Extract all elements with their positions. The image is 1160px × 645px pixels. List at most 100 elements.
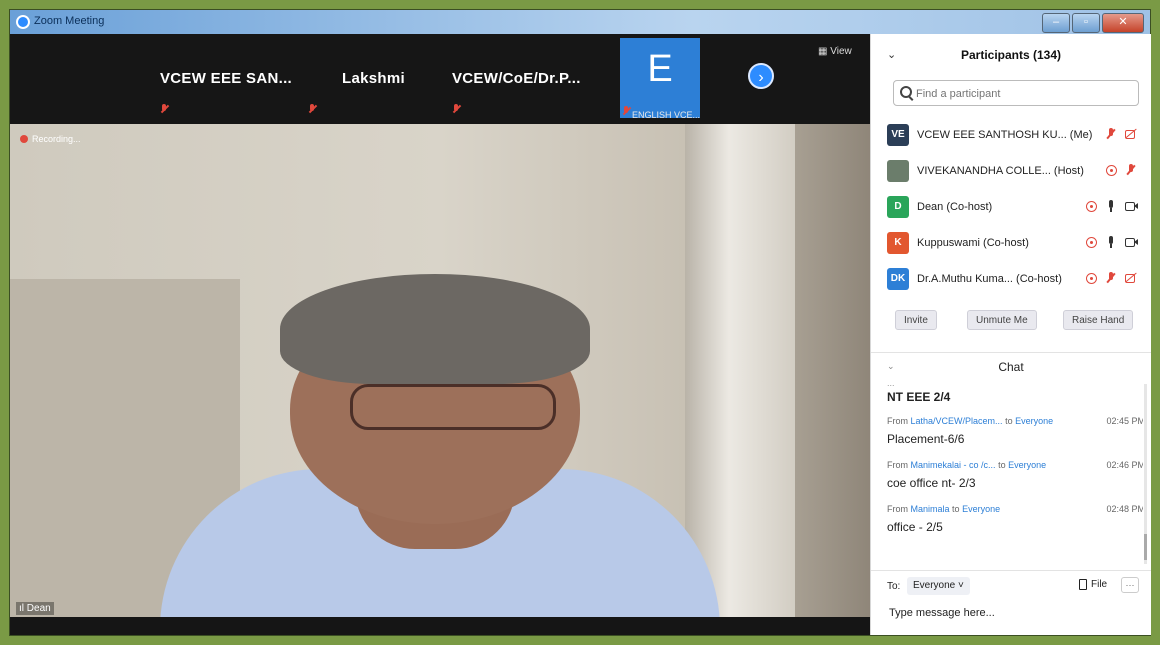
participant-avatar: DK: [887, 268, 909, 290]
record-icon: [20, 135, 28, 143]
sender-name[interactable]: Manimekalai - co /c...: [911, 460, 996, 470]
from-word: From: [887, 416, 908, 426]
file-label: File: [1091, 579, 1108, 590]
mic-muted-icon[interactable]: [1105, 272, 1117, 284]
chat-message-text: NT EEE 2/4: [887, 390, 951, 404]
video-tile[interactable]: Lakshmi: [300, 34, 440, 124]
minimize-button[interactable]: –: [1042, 13, 1070, 33]
file-icon: [1079, 579, 1087, 590]
view-label: View: [830, 46, 852, 57]
tile-name: VCEW EEE SAN...: [160, 70, 293, 87]
chat-message-meta: From Latha/VCEW/Placem... to Everyone 02…: [887, 416, 1143, 428]
participant-search[interactable]: [893, 80, 1139, 106]
zoom-app-icon: [16, 15, 30, 29]
tile-name: ENGLISH VCE...: [632, 110, 701, 120]
video-tile[interactable]: VCEW/CoE/Dr.P...: [440, 34, 620, 124]
participant-avatar: K: [887, 232, 909, 254]
message-time: 02:45 PM: [1106, 416, 1143, 426]
recording-indicator[interactable]: Recording...: [20, 134, 81, 144]
participants-header: ⌄ Participants (134): [871, 34, 1151, 74]
participant-name: Kuppuswami (Co-host): [917, 237, 1029, 249]
chat-scrollbar[interactable]: [1144, 384, 1147, 564]
unmute-me-button[interactable]: Unmute Me: [967, 310, 1037, 330]
video-tile[interactable]: VCEW EEE SAN...: [150, 34, 300, 124]
participant-status: [1086, 236, 1138, 248]
chat-message: From Manimala to Everyone 02:48 PM offic…: [887, 504, 1143, 534]
speaker-name: Dean: [26, 603, 51, 614]
participants-title: Participants (134): [960, 48, 1062, 62]
mic-muted-icon: [160, 104, 168, 114]
participant-name: Dean (Co-host): [917, 201, 993, 213]
participant-status: [1086, 200, 1138, 212]
scrollbar-thumb[interactable]: [1144, 534, 1147, 560]
close-button[interactable]: ✕: [1102, 13, 1144, 33]
invite-button[interactable]: Invite: [895, 310, 937, 330]
title-bar: Zoom Meeting – ▫ ✕: [10, 10, 1150, 34]
chat-compose: To: Everyone ˅ File ···: [871, 570, 1151, 636]
video-camera-icon[interactable]: [1125, 200, 1138, 212]
view-button[interactable]: ▦ View: [818, 46, 852, 57]
signal-icon: ıl: [19, 603, 27, 614]
chat-message-meta: From Manimekalai - co /c... to Everyone …: [887, 460, 1143, 472]
next-page-button[interactable]: ›: [748, 63, 774, 89]
participant-row[interactable]: VIVEKANANDHA COLLE... (Host): [871, 154, 1141, 190]
mic-muted-icon[interactable]: [1125, 164, 1137, 176]
screen-share-icon: [1086, 200, 1097, 212]
raise-hand-button[interactable]: Raise Hand: [1063, 310, 1134, 330]
gallery-strip: VCEW EEE SAN... Lakshmi VCEW/CoE/Dr.P...…: [10, 34, 870, 124]
screen-share-icon: [1086, 236, 1097, 248]
search-icon: [900, 86, 912, 98]
video-off-icon[interactable]: [1125, 128, 1137, 140]
recipient-name: Everyone: [1015, 416, 1054, 426]
participant-row[interactable]: K Kuppuswami (Co-host): [871, 226, 1141, 262]
to-label: To:: [887, 581, 901, 592]
screen-share-icon: [1086, 272, 1097, 284]
participant-row[interactable]: DK Dr.A.Muthu Kuma... (Co-host): [871, 262, 1141, 294]
sender-name[interactable]: Latha/VCEW/Placem...: [911, 416, 1003, 426]
window-controls: – ▫ ✕: [1042, 13, 1144, 33]
chat-messages[interactable]: ... NT EEE 2/4 From Latha/VCEW/Placem...…: [871, 378, 1143, 570]
sender-name[interactable]: Manimala: [911, 504, 950, 514]
maximize-button[interactable]: ▫: [1072, 13, 1100, 33]
file-button[interactable]: File: [1079, 579, 1107, 590]
window-title: Zoom Meeting: [34, 15, 105, 27]
video-area: VCEW EEE SAN... Lakshmi VCEW/CoE/Dr.P...…: [10, 34, 870, 635]
mic-muted-icon[interactable]: [1105, 128, 1117, 140]
chat-message: From Manimekalai - co /c... to Everyone …: [887, 460, 1143, 490]
chat-message-meta: From Manimala to Everyone 02:48 PM: [887, 504, 1143, 516]
recipient-name: Everyone: [1008, 460, 1047, 470]
video-off-icon[interactable]: [1125, 272, 1137, 284]
participant-actions: Invite Unmute Me Raise Hand: [871, 306, 1151, 336]
avatar-tile[interactable]: E ENGLISH VCE...: [620, 38, 701, 120]
recipient-select[interactable]: Everyone ˅: [907, 577, 970, 595]
participant-row[interactable]: VE VCEW EEE SANTHOSH KU... (Me): [871, 118, 1141, 154]
video-camera-icon[interactable]: [1125, 236, 1138, 248]
mic-muted-icon: [622, 106, 630, 116]
active-speaker-video: Recording... ıl Dean: [10, 124, 870, 635]
chat-message-input[interactable]: [887, 603, 1141, 623]
mic-muted-icon: [452, 104, 460, 114]
recording-label: Recording...: [32, 134, 81, 144]
mic-icon[interactable]: [1105, 200, 1117, 212]
participant-status: [1086, 272, 1137, 284]
participant-name: VIVEKANANDHA COLLE... (Host): [917, 165, 1084, 177]
mic-icon[interactable]: [1105, 236, 1117, 248]
participant-list[interactable]: VE VCEW EEE SANTHOSH KU... (Me) VIVEKANA…: [871, 118, 1141, 294]
toolbar-strip: [10, 617, 870, 635]
message-time: 02:48 PM: [1106, 504, 1143, 514]
to-word: to: [998, 460, 1006, 470]
participant-avatar: VE: [887, 124, 909, 146]
speaker-name-label: ıl Dean: [16, 602, 54, 615]
speaker-hair: [280, 274, 590, 384]
chat-message-text: office - 2/5: [887, 520, 943, 534]
avatar-letter: E: [647, 48, 673, 90]
screen-frame: Zoom Meeting – ▫ ✕ VCEW EEE SAN... Laksh…: [0, 0, 1160, 645]
participant-row[interactable]: D Dean (Co-host): [871, 190, 1141, 226]
participant-status: [1106, 164, 1137, 176]
participant-search-input[interactable]: [914, 84, 1133, 104]
zoom-window: Zoom Meeting – ▫ ✕ VCEW EEE SAN... Laksh…: [10, 10, 1151, 636]
chat-message-text: coe office nt- 2/3: [887, 476, 976, 490]
to-word: to: [1005, 416, 1013, 426]
chat-message: From Latha/VCEW/Placem... to Everyone 02…: [887, 416, 1143, 446]
more-options-button[interactable]: ···: [1121, 577, 1139, 593]
